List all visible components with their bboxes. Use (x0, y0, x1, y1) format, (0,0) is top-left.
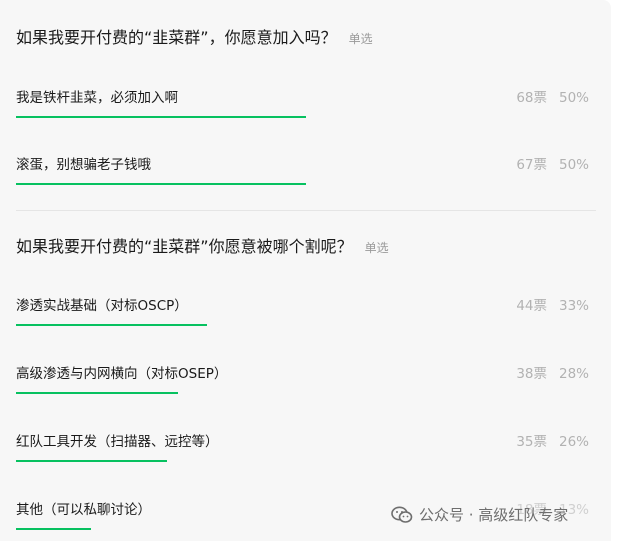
watermark-text: 公众号 · 高级红队专家 (419, 506, 569, 524)
wechat-icon (391, 506, 413, 523)
watermark: 公众号 · 高级红队专家 (391, 504, 568, 525)
option-label: 其他（可以私聊讨论） (16, 502, 151, 518)
option-percent: 33% (559, 298, 590, 314)
option-stats: 38票 28% (516, 362, 589, 382)
option-percent: 50% (559, 90, 590, 106)
poll-question-2: 如果我要开付费的“韭菜群”你愿意被哪个割呢？ 单选 (16, 233, 389, 257)
option-percent: 28% (559, 366, 590, 382)
option-label: 红队工具开发（扫描器、远控等） (16, 434, 219, 450)
option-stats: 68票 50% (516, 86, 589, 106)
option-progress-bar (16, 324, 207, 326)
poll-card: 如果我要开付费的“韭菜群”，你愿意加入吗？ 单选 我是铁杆韭菜，必须加入啊 68票… (0, 0, 611, 541)
option-label: 滚蛋，别想骗老子钱哦 (16, 157, 151, 173)
option-votes: 38票 (516, 366, 547, 382)
option-votes: 35票 (516, 434, 547, 450)
option-progress-bar (16, 528, 91, 530)
poll-question-text: 如果我要开付费的“韭菜群”，你愿意加入吗？ (16, 28, 337, 47)
option-stats: 67票 50% (516, 153, 589, 173)
poll-type-badge: 单选 (364, 241, 389, 255)
poll-question-text: 如果我要开付费的“韭菜群”你愿意被哪个割呢？ (16, 237, 353, 256)
option-progress-bar (16, 460, 167, 462)
option-votes: 67票 (516, 157, 547, 173)
poll-divider (16, 210, 596, 211)
option-label: 高级渗透与内网横向（对标OSEP） (16, 366, 228, 382)
option-percent: 50% (559, 157, 590, 173)
option-votes: 68票 (516, 90, 547, 106)
option-progress-bar (16, 116, 306, 118)
option-progress-bar (16, 183, 306, 185)
option-votes: 44票 (516, 298, 547, 314)
option-stats: 44票 33% (516, 294, 589, 314)
option-progress-bar (16, 392, 178, 394)
option-label: 渗透实战基础（对标OSCP） (16, 298, 188, 314)
option-stats: 35票 26% (516, 430, 589, 450)
option-label: 我是铁杆韭菜，必须加入啊 (16, 90, 178, 106)
poll-type-badge: 单选 (348, 32, 373, 46)
poll-question-1: 如果我要开付费的“韭菜群”，你愿意加入吗？ 单选 (16, 24, 373, 48)
option-percent: 26% (559, 434, 590, 450)
